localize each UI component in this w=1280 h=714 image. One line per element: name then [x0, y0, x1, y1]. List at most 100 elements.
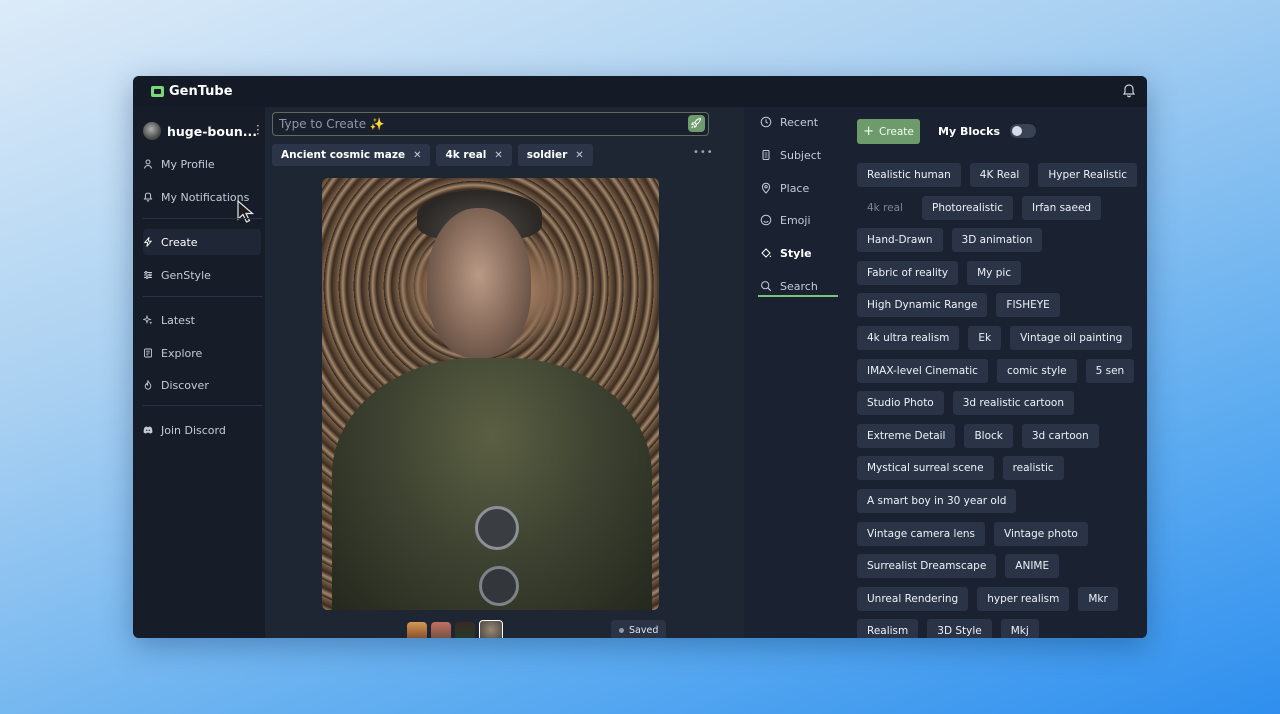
- style-chip[interactable]: 4k real: [857, 196, 913, 220]
- style-chip[interactable]: Extreme Detail: [857, 423, 956, 448]
- create-main-area: Type to Create ✨ Ancient cosmic maze ✕ 4…: [265, 107, 744, 638]
- style-chip[interactable]: hyper realism: [977, 586, 1070, 611]
- remove-tag-icon[interactable]: ✕: [494, 150, 502, 161]
- category-recent[interactable]: Recent: [760, 111, 818, 133]
- style-chip[interactable]: 3D Style: [927, 619, 992, 638]
- category-label: Search: [780, 279, 818, 293]
- style-chip[interactable]: 3d cartoon: [1021, 423, 1099, 448]
- style-chip[interactable]: Photorealistic: [922, 195, 1014, 220]
- style-chip[interactable]: Hand-Drawn: [857, 228, 943, 253]
- category-subject[interactable]: Subject: [760, 144, 821, 166]
- sidebar-item-discover[interactable]: Discover: [143, 372, 261, 398]
- prompt-tags: Ancient cosmic maze ✕ 4k real ✕ soldier …: [272, 144, 593, 166]
- sidebar-item-label: Create: [161, 235, 198, 249]
- image-medal: [475, 506, 519, 550]
- style-chip-row: Fabric of reality My pic: [857, 260, 1147, 285]
- category-emoji[interactable]: Emoji: [760, 209, 811, 231]
- prompt-tag[interactable]: soldier ✕: [517, 144, 593, 166]
- style-chip[interactable]: Irfan saeed: [1022, 195, 1102, 220]
- style-chip[interactable]: Vintage oil painting: [1010, 325, 1133, 350]
- prompt-tag[interactable]: Ancient cosmic maze ✕: [272, 144, 431, 166]
- style-chip[interactable]: Mkj: [1000, 619, 1039, 638]
- style-chip[interactable]: ANIME: [1005, 554, 1060, 579]
- remove-tag-icon[interactable]: ✕: [413, 150, 421, 161]
- sidebar-item-my-profile[interactable]: My Profile: [143, 151, 261, 177]
- prompt-tag[interactable]: 4k real ✕: [436, 144, 512, 166]
- sidebar-item-latest[interactable]: Latest: [143, 307, 261, 333]
- style-chip[interactable]: Mystical surreal scene: [857, 456, 994, 481]
- style-chip[interactable]: 3D animation: [951, 228, 1043, 253]
- my-blocks-toggle[interactable]: [1010, 124, 1036, 138]
- style-chip[interactable]: 3d realistic cartoon: [952, 391, 1074, 416]
- sidebar-item-explore[interactable]: Explore: [143, 340, 261, 366]
- category-place[interactable]: Place: [760, 177, 809, 199]
- create-block-button[interactable]: + Create: [857, 119, 920, 144]
- sidebar: huge-boun... · · · My Profile My Notificat…: [133, 107, 265, 638]
- mouse-cursor-icon: [237, 199, 255, 223]
- style-blocks-panel: + Create My Blocks Realistic human 4K Rea…: [840, 107, 1147, 638]
- bell-icon: [143, 192, 153, 202]
- app-name: GenTube: [169, 84, 233, 99]
- thumbnail[interactable]: [455, 622, 475, 638]
- style-chip[interactable]: IMAX-level Cinematic: [857, 358, 988, 383]
- style-chip[interactable]: My pic: [967, 260, 1022, 285]
- style-chip[interactable]: Unreal Rendering: [857, 586, 969, 611]
- style-chip[interactable]: Surrealist Dreamscape: [857, 554, 997, 579]
- style-chip-row: Extreme Detail Block 3d cartoon: [857, 423, 1147, 448]
- style-chip[interactable]: A smart boy in 30 year old: [857, 488, 1017, 513]
- style-chip[interactable]: Studio Photo: [857, 391, 944, 416]
- style-chip[interactable]: realistic: [1002, 456, 1064, 481]
- style-chip[interactable]: Hyper Realistic: [1038, 163, 1138, 187]
- brand[interactable]: GenTube: [151, 84, 233, 99]
- style-chip[interactable]: Fabric of reality: [857, 260, 959, 285]
- book-icon: [144, 348, 152, 358]
- style-chip[interactable]: 5 sen: [1085, 358, 1135, 383]
- image-figure-head: [427, 208, 531, 358]
- user-name: huge-boun...: [167, 123, 257, 139]
- style-chip-row: Hand-Drawn 3D animation: [857, 228, 1147, 253]
- category-search[interactable]: Search: [760, 275, 818, 297]
- style-chip-row: Realism 3D Style Mkj: [857, 619, 1147, 638]
- category-label: Subject: [780, 148, 822, 162]
- style-chip[interactable]: Realistic human: [857, 163, 961, 187]
- style-chip[interactable]: 4K Real: [969, 163, 1030, 187]
- category-label: Recent: [780, 115, 819, 129]
- style-chip[interactable]: comic style: [996, 358, 1077, 383]
- sidebar-divider: [143, 296, 263, 297]
- sidebar-item-label: Explore: [161, 346, 203, 360]
- more-options-icon[interactable]: · · ·: [256, 120, 260, 140]
- style-chip[interactable]: FISHEYE: [996, 293, 1060, 318]
- image-thumbnails: [407, 620, 503, 638]
- style-chip[interactable]: Realism: [857, 619, 919, 638]
- gentube-logo-icon: [151, 86, 164, 97]
- style-chip[interactable]: 4k ultra realism: [857, 325, 960, 350]
- style-chip[interactable]: Vintage photo: [994, 521, 1088, 546]
- style-chip[interactable]: High Dynamic Range: [857, 293, 988, 318]
- thumbnail[interactable]: [407, 622, 427, 638]
- style-chip-row: 4k ultra realism Ek Vintage oil painting: [857, 325, 1147, 350]
- notification-bell-icon[interactable]: [1121, 83, 1137, 99]
- generate-button[interactable]: [688, 115, 705, 132]
- user-menu[interactable]: huge-boun... · · ·: [143, 120, 263, 141]
- create-block-label: Create: [879, 125, 914, 138]
- style-chip[interactable]: Ek: [968, 325, 1002, 350]
- style-chip[interactable]: Block: [964, 423, 1013, 448]
- thumbnail[interactable]: [431, 622, 451, 638]
- style-chip-row: A smart boy in 30 year old: [857, 488, 1147, 513]
- category-label: Emoji: [780, 213, 811, 227]
- category-style[interactable]: Style: [760, 242, 812, 264]
- more-options-icon[interactable]: •••: [693, 147, 714, 158]
- my-blocks-label: My Blocks: [938, 125, 1001, 138]
- sidebar-item-create[interactable]: Create: [143, 229, 261, 255]
- prompt-input[interactable]: Type to Create ✨: [272, 112, 709, 136]
- generated-image[interactable]: [322, 178, 659, 610]
- style-chip-row: Vintage camera lens Vintage photo: [857, 521, 1147, 546]
- thumbnail-selected[interactable]: [479, 620, 503, 638]
- remove-tag-icon[interactable]: ✕: [575, 150, 583, 161]
- style-chip[interactable]: Vintage camera lens: [857, 521, 986, 546]
- sidebar-divider: [143, 218, 263, 219]
- style-chip[interactable]: Mkr: [1078, 586, 1118, 611]
- sidebar-item-join-discord[interactable]: Join Discord: [143, 417, 261, 443]
- sidebar-item-label: Join Discord: [161, 423, 226, 437]
- sidebar-item-genstyle[interactable]: GenStyle: [143, 262, 261, 288]
